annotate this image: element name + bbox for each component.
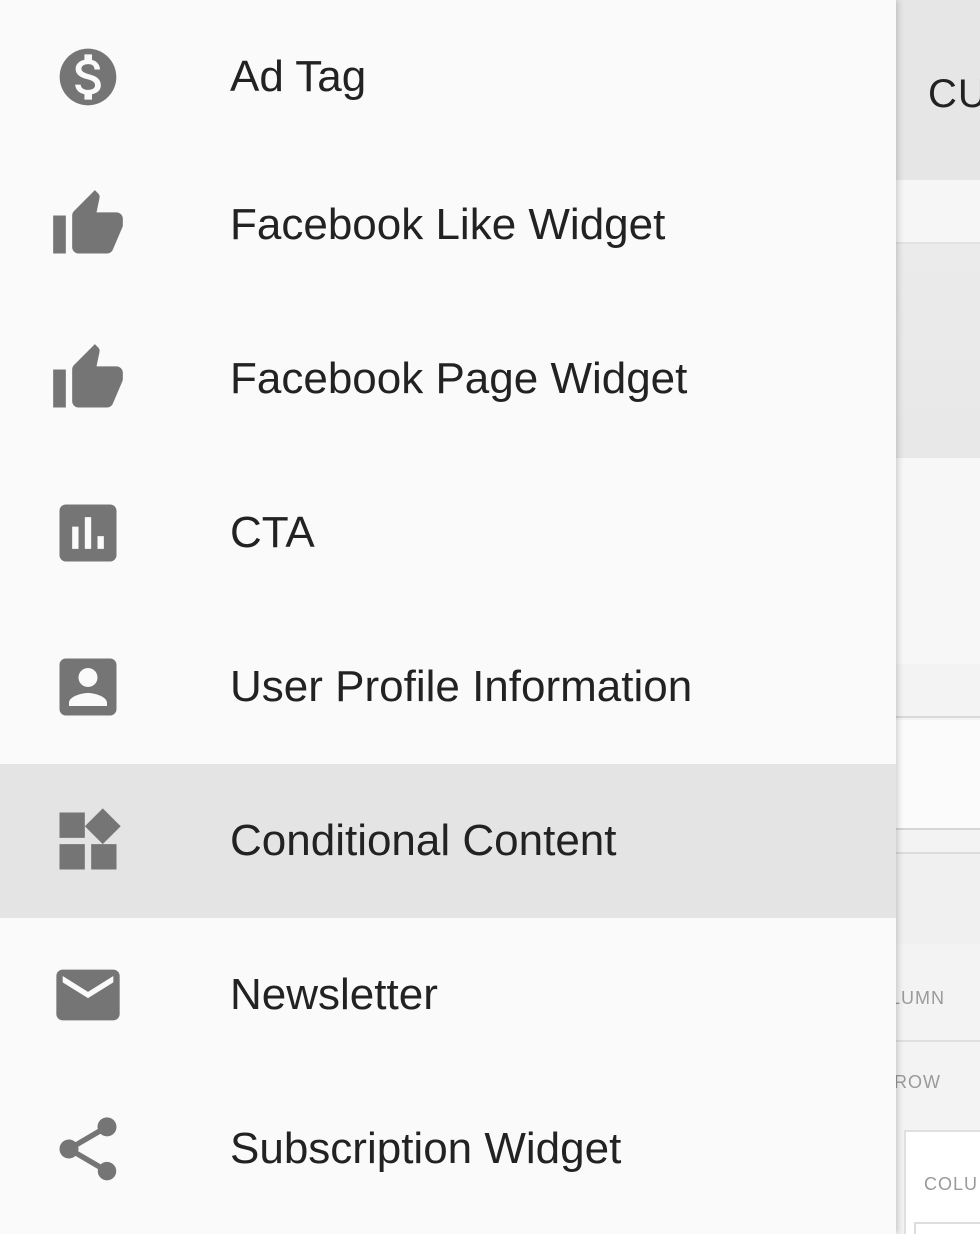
menu-item-label: Subscription Widget bbox=[230, 1124, 622, 1173]
menu-item-cta[interactable]: CTA bbox=[0, 456, 896, 610]
mail-icon bbox=[50, 957, 126, 1033]
background-header-title: CU bbox=[928, 72, 980, 116]
menu-item-label: Newsletter bbox=[230, 970, 438, 1019]
menu-item-label: Ad Tag bbox=[230, 52, 367, 101]
share-icon bbox=[50, 1111, 126, 1187]
bar-chart-icon bbox=[50, 495, 126, 571]
account-box-icon bbox=[50, 649, 126, 725]
background-header: CU bbox=[896, 0, 980, 180]
background-row-label: ROW bbox=[896, 1072, 941, 1092]
menu-item-label: Facebook Page Widget bbox=[230, 354, 688, 403]
background-box bbox=[896, 720, 980, 830]
thumb-up-icon bbox=[50, 187, 126, 263]
menu-item-ad-tag[interactable]: Ad Tag bbox=[0, 0, 896, 154]
background-input[interactable] bbox=[914, 1222, 980, 1234]
dollar-circle-icon bbox=[50, 39, 126, 115]
menu-item-facebook-page-widget[interactable]: Facebook Page Widget bbox=[0, 302, 896, 456]
menu-item-newsletter[interactable]: Newsletter bbox=[0, 918, 896, 1072]
widget-menu-drawer: Ad Tag Facebook Like Widget Facebook Pag… bbox=[0, 0, 896, 1234]
menu-item-subscription-widget[interactable]: Subscription Widget bbox=[0, 1072, 896, 1226]
menu-item-facebook-like-widget[interactable]: Facebook Like Widget bbox=[0, 148, 896, 302]
background-section bbox=[896, 244, 980, 458]
menu-item-label: User Profile Information bbox=[230, 662, 693, 711]
menu-item-conditional-content[interactable]: Conditional Content bbox=[0, 764, 896, 918]
thumb-up-icon bbox=[50, 341, 126, 417]
background-column-label: LUMN bbox=[896, 988, 946, 1008]
menu-item-label: CTA bbox=[230, 508, 315, 557]
background-divider bbox=[896, 716, 980, 718]
background-toolbar bbox=[896, 180, 980, 244]
background-colu-label: COLU bbox=[924, 1174, 979, 1194]
background-box-secondary bbox=[896, 852, 980, 944]
menu-item-label: Conditional Content bbox=[230, 816, 617, 865]
background-divider bbox=[896, 1040, 980, 1042]
background-app: CU LUMN ROW COLU bbox=[896, 0, 980, 1234]
background-panel bbox=[896, 458, 980, 664]
widgets-icon bbox=[50, 803, 126, 879]
menu-item-user-profile-information[interactable]: User Profile Information bbox=[0, 610, 896, 764]
menu-item-label: Facebook Like Widget bbox=[230, 200, 666, 249]
